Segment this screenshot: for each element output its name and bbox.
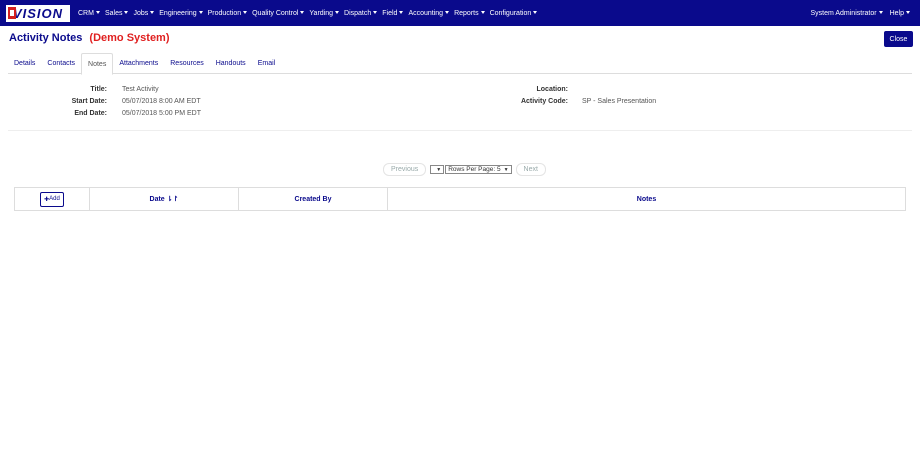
next-button[interactable]: Next	[515, 163, 546, 176]
caret-down-icon	[445, 11, 450, 15]
menu-quality-control[interactable]: Quality Control	[252, 10, 305, 17]
menu-configuration[interactable]: Configuration	[490, 10, 538, 17]
start-date-value: 05/07/2018 8:00 AM EDT	[122, 98, 201, 105]
caret-down-icon	[243, 11, 248, 15]
user-menu: System Administrator Help	[803, 0, 910, 26]
caret-down-icon	[373, 11, 378, 15]
column-date[interactable]: Date ⇂↾	[90, 188, 239, 210]
caret-down-icon	[906, 11, 910, 15]
close-button[interactable]: Close	[884, 31, 913, 47]
start-date-label: Start Date:	[71, 98, 107, 105]
logo-text: VISION	[12, 6, 64, 21]
caret-down-icon	[399, 11, 404, 15]
end-date-label: End Date:	[74, 110, 107, 117]
caret-down-icon	[124, 11, 129, 15]
menu-accounting[interactable]: Accounting	[408, 10, 450, 17]
tab-bar: Details Contacts Notes Attachments Resou…	[8, 53, 912, 75]
tab-notes[interactable]: Notes	[81, 53, 114, 75]
caret-down-icon	[878, 11, 883, 15]
title-value: Test Activity	[122, 86, 159, 93]
end-date-value: 05/07/2018 5:00 PM EDT	[122, 110, 201, 117]
menu-jobs[interactable]: Jobs	[133, 10, 155, 17]
previous-button[interactable]: Previous	[383, 163, 427, 176]
dropdown-arrow-icon: ▼	[436, 166, 442, 173]
caret-down-icon	[95, 11, 100, 15]
add-column: ✚ Add	[15, 188, 90, 210]
main-menu: CRM Sales Jobs Engineering Production Qu…	[78, 0, 542, 26]
pagination: Previous ▼ Rows Per Page: 5 ▼ Next	[383, 163, 546, 176]
caret-down-icon	[150, 11, 155, 15]
top-navbar: VISION CRM Sales Jobs Engineering Produc…	[0, 0, 920, 26]
tab-email[interactable]: Email	[252, 53, 282, 74]
menu-yarding[interactable]: Yarding	[309, 10, 340, 17]
menu-crm[interactable]: CRM	[78, 10, 100, 17]
rows-per-page-select[interactable]: Rows Per Page: 5 ▼	[445, 165, 512, 174]
vision-logo[interactable]: VISION	[6, 5, 70, 22]
tab-resources[interactable]: Resources	[164, 53, 209, 74]
page-title-text: Activity Notes	[9, 32, 83, 44]
menu-engineering[interactable]: Engineering	[159, 10, 203, 17]
caret-down-icon	[300, 11, 305, 15]
caret-down-icon	[198, 11, 203, 15]
column-notes[interactable]: Notes	[388, 188, 905, 210]
sort-icon: ⇂↾	[166, 196, 179, 203]
menu-production[interactable]: Production	[208, 10, 248, 17]
demo-system-label: (Demo System)	[89, 32, 170, 44]
page-select[interactable]: ▼	[430, 165, 445, 174]
menu-dispatch[interactable]: Dispatch	[344, 10, 378, 17]
activity-code-label: Activity Code:	[520, 98, 568, 105]
location-label: Location:	[536, 86, 569, 93]
tab-attachments[interactable]: Attachments	[113, 53, 164, 74]
page-title: Activity Notes (Demo System)	[9, 32, 170, 44]
menu-field[interactable]: Field	[382, 10, 404, 17]
menu-user[interactable]: System Administrator	[810, 10, 883, 17]
menu-reports[interactable]: Reports	[454, 10, 485, 17]
column-created-by[interactable]: Created By	[239, 188, 388, 210]
tab-handouts[interactable]: Handouts	[210, 53, 252, 74]
notes-table-header: ✚ Add Date ⇂↾ Created By Notes	[14, 187, 906, 211]
section-divider	[8, 130, 912, 131]
menu-sales[interactable]: Sales	[105, 10, 129, 17]
activity-code-value: SP - Sales Presentation	[582, 98, 657, 105]
caret-down-icon	[480, 11, 485, 15]
menu-help[interactable]: Help	[890, 10, 910, 17]
title-label: Title:	[90, 86, 107, 93]
caret-down-icon	[335, 11, 340, 15]
tab-contacts[interactable]: Contacts	[41, 53, 81, 74]
add-note-button[interactable]: ✚ Add	[40, 191, 64, 207]
tab-details[interactable]: Details	[8, 53, 41, 74]
caret-down-icon	[533, 11, 538, 15]
dropdown-arrow-icon: ▼	[503, 166, 509, 173]
flag-icon	[8, 7, 16, 19]
